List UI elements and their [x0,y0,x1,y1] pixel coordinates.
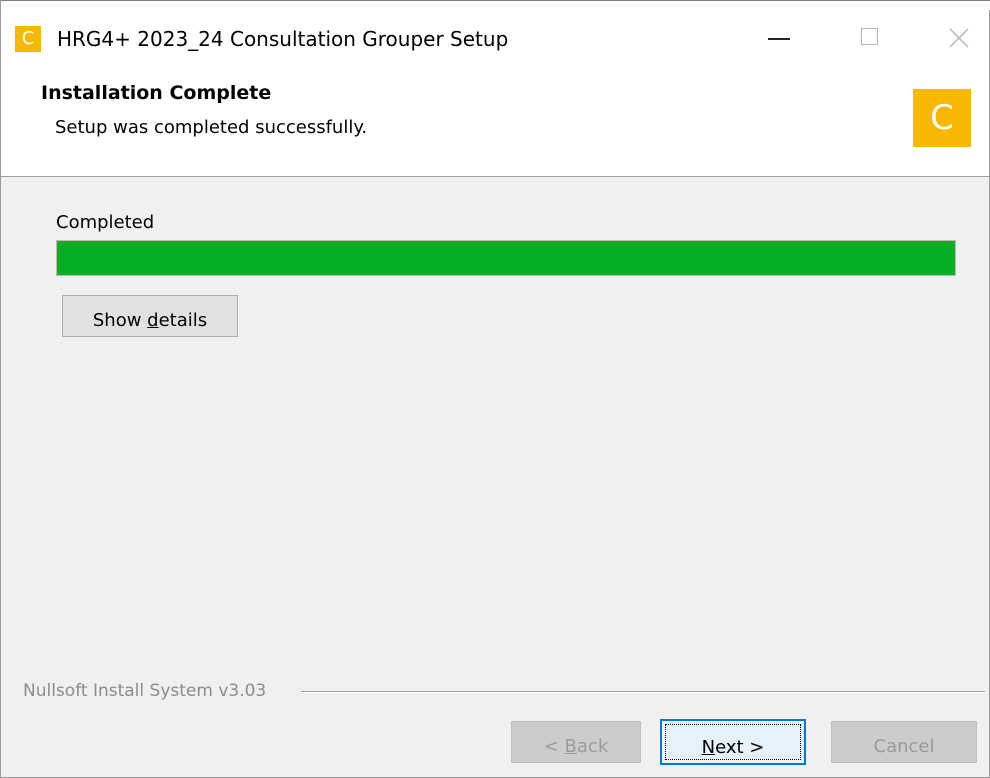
page-subtitle: Setup was completed successfully. [55,117,368,138]
maximize-icon [861,28,878,45]
page-title: Installation Complete [41,82,272,104]
title-bar[interactable]: C HRG4+ 2023_24 Consultation Grouper Set… [1,10,989,67]
footer-divider-highlight [301,692,985,693]
background-window-edge [1,0,990,10]
back-accelerator: B [564,735,577,757]
minimize-icon [768,38,790,40]
cancel-button: Cancel [831,721,977,763]
progress-status-label: Completed [56,212,155,233]
show-details-label-end: etails [158,309,208,331]
window-title: HRG4+ 2023_24 Consultation Grouper Setup [57,27,509,51]
progress-bar [56,240,956,276]
installer-branding: Nullsoft Install System v3.03 [23,680,275,702]
next-button[interactable]: Next > [660,719,806,765]
back-label-end: ack [576,735,609,757]
installer-window: C HRG4+ 2023_24 Consultation Grouper Set… [0,0,990,778]
page-header: Installation Complete Setup was complete… [1,67,989,177]
header-logo-icon: C [913,89,971,147]
close-button [913,10,990,67]
minimize-button[interactable] [734,10,826,67]
show-details-label-start: Show [92,309,148,331]
app-logo-icon: C [15,26,41,52]
progress-bar-fill [57,241,955,275]
back-button: < Back [511,721,641,763]
back-prefix: < [543,735,565,757]
close-icon [949,28,969,48]
show-details-button[interactable]: Show details [62,295,238,337]
show-details-accelerator: d [147,309,159,331]
focus-ring [665,724,801,760]
maximize-button [826,10,918,67]
